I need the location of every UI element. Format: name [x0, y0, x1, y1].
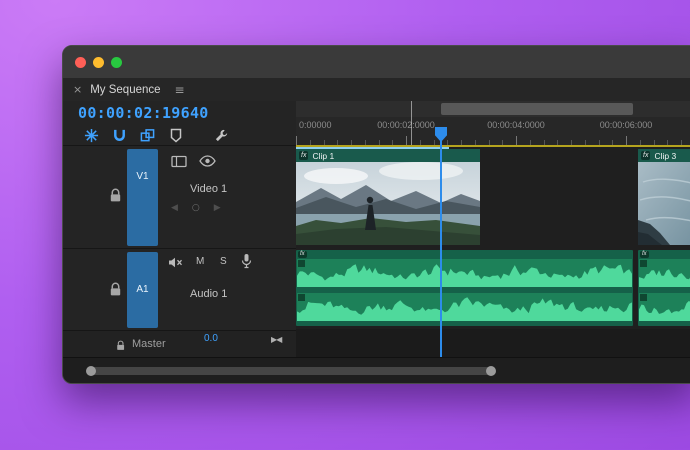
add-marker-button[interactable]: [167, 127, 184, 144]
fx-badge[interactable]: fx: [298, 251, 307, 258]
waveform: [297, 297, 632, 321]
toggle-track-output-button[interactable]: [199, 154, 216, 172]
keyframe-nav: ◀ ○ ▶: [171, 203, 221, 213]
waveform-band-right: [297, 293, 632, 321]
ruler-label: 00:00:02:0000: [377, 120, 435, 130]
waveform-band-right: [639, 293, 690, 321]
tab-title: My Sequence: [90, 83, 161, 96]
track-header-column: 00:00:02:19640 V1 Video 1 ◀ ○ ▶ A1 M S A…: [63, 101, 297, 358]
video-clip-3[interactable]: fx Clip 3: [638, 149, 690, 245]
timeline-toolbar: [83, 127, 230, 144]
app-window: × My Sequence ≡ 00:00:02:19640 V1 Video …: [62, 45, 690, 384]
mute-track-button[interactable]: M: [196, 256, 204, 267]
clip-header: fx Clip 3: [638, 149, 690, 162]
track-target-a1[interactable]: A1: [127, 252, 158, 328]
sync-lock-icon: [171, 155, 187, 168]
timecode-display[interactable]: 00:00:02:19640: [78, 104, 209, 122]
audio-clip-header: fx: [638, 250, 690, 259]
zoom-handle-right[interactable]: [486, 366, 496, 376]
channel-badge: [298, 294, 305, 301]
wrench-icon: [215, 129, 228, 142]
speaker-muted-icon: [169, 257, 182, 268]
waveform-band-left: [297, 259, 632, 287]
add-keyframe-button[interactable]: ○: [192, 203, 200, 213]
waveform-band-left: [639, 259, 690, 287]
microphone-icon: [241, 254, 252, 269]
clip-label: Clip 1: [312, 150, 335, 161]
marker-icon: [170, 128, 181, 143]
lock-icon: [110, 188, 121, 202]
snap-button[interactable]: [111, 127, 128, 144]
track-header-audio1: A1 M S Audio 1: [63, 248, 296, 331]
prev-keyframe-button[interactable]: ◀: [171, 203, 178, 213]
work-area-strip: [296, 101, 690, 117]
work-area-bar[interactable]: [441, 103, 633, 115]
minimize-button[interactable]: [93, 57, 104, 68]
sync-lock-v1-button[interactable]: [171, 155, 187, 173]
panel-tabbar: × My Sequence ≡: [63, 78, 690, 102]
next-keyframe-button[interactable]: ▶: [214, 203, 221, 213]
timeline-settings-button[interactable]: [213, 127, 230, 144]
snap-guide-line: [411, 101, 412, 145]
mute-speaker-button[interactable]: [167, 256, 183, 274]
clip-label: Clip 3: [654, 150, 677, 161]
timeline-panel: 0:00000 00:00:02:0000 00:00:04:0000 00:0…: [296, 101, 690, 357]
panel-menu-icon[interactable]: ≡: [175, 83, 185, 97]
video-track-lane: fx Clip 1 fx Clip 3: [296, 147, 690, 249]
track-name-master: Master: [132, 338, 166, 350]
fx-badge[interactable]: fx: [299, 151, 309, 160]
audio-clip-1[interactable]: fx: [296, 250, 633, 326]
track-name-audio1: Audio 1: [190, 288, 228, 300]
master-gain-value[interactable]: 0.0: [204, 333, 218, 344]
track-header-video1: V1 Video 1 ◀ ○ ▶: [63, 145, 296, 249]
landscape-thumbnail-graphic: [296, 162, 480, 245]
window-titlebar[interactable]: [63, 46, 690, 78]
tab-my-sequence[interactable]: × My Sequence ≡: [63, 78, 195, 101]
eye-icon: [199, 155, 216, 167]
linked-selection-button[interactable]: [139, 127, 156, 144]
close-button[interactable]: [75, 57, 86, 68]
voiceover-record-button[interactable]: [241, 253, 252, 274]
zoom-scroll-row: [63, 357, 690, 383]
fx-badge[interactable]: fx: [640, 251, 649, 258]
track-target-v1[interactable]: V1: [127, 149, 158, 246]
ruler-label: 0:00000: [299, 120, 332, 130]
lock-track-v1-button[interactable]: [109, 188, 122, 203]
audio-clip-2[interactable]: fx: [638, 250, 690, 326]
zoom-handle-left[interactable]: [86, 366, 96, 376]
lock-icon: [110, 282, 121, 296]
video-clip-1[interactable]: fx Clip 1: [296, 149, 480, 245]
video-thumbnail: [296, 162, 480, 245]
solo-track-button[interactable]: S: [220, 256, 227, 267]
playhead-line[interactable]: [440, 127, 442, 357]
desktop-background: × My Sequence ≡ 00:00:02:19640 V1 Video …: [0, 0, 690, 450]
nest-insert-button[interactable]: [83, 127, 100, 144]
track-name-video1: Video 1: [190, 183, 228, 195]
channel-badge: [640, 260, 647, 267]
channel-badge: [640, 294, 647, 301]
ruler-label: 00:00:04:0000: [487, 120, 545, 130]
lock-track-a1-button[interactable]: [109, 282, 122, 297]
linked-selection-icon: [140, 129, 155, 142]
water-thumbnail-graphic: [638, 162, 690, 245]
channel-badge: [298, 260, 305, 267]
master-track-lane: [296, 329, 690, 357]
lock-icon: [117, 340, 125, 350]
clip-header: fx Clip 1: [296, 149, 480, 162]
horizontal-scrollbar[interactable]: [91, 367, 491, 375]
video-thumbnail: [638, 162, 690, 245]
ruler-label: 00:00:06:000: [599, 120, 653, 130]
waveform: [297, 264, 632, 287]
tab-close-icon[interactable]: ×: [73, 83, 82, 96]
lock-track-master-button[interactable]: [116, 340, 127, 353]
audio-track-lane: fx fx: [296, 247, 690, 331]
fx-badge[interactable]: fx: [641, 151, 651, 160]
time-ruler[interactable]: 0:00000 00:00:02:0000 00:00:04:0000 00:0…: [296, 117, 690, 147]
audio-clip-header: fx: [296, 250, 633, 259]
magnet-icon: [114, 129, 125, 141]
pan-bowtie-icon[interactable]: ▶◀: [271, 335, 282, 344]
track-header-master: 0.0 ▶◀ Master: [63, 330, 296, 358]
zoom-button[interactable]: [111, 57, 122, 68]
nest-insert-icon: [84, 128, 99, 143]
